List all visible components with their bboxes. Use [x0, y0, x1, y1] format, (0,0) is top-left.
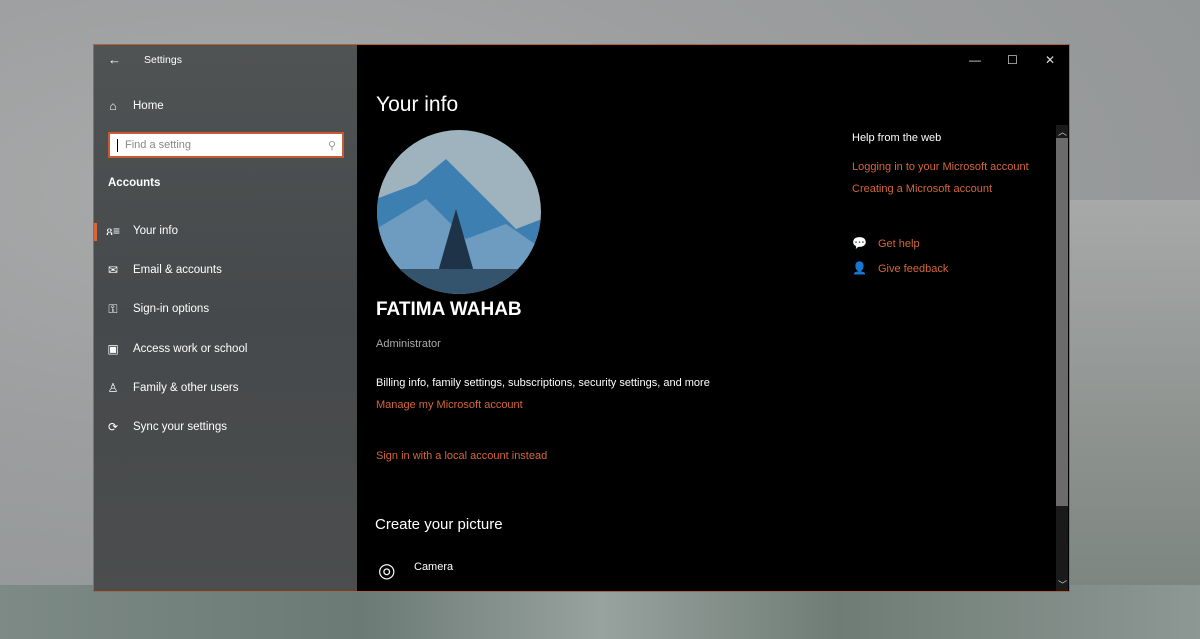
search-placeholder: Find a setting: [125, 139, 192, 151]
get-help-link[interactable]: Get help: [878, 238, 920, 250]
sidebar-item-work[interactable]: ▣ Access work or school: [94, 334, 357, 364]
item-label: Sync your settings: [133, 421, 227, 433]
search-input[interactable]: Find a setting ⚲: [108, 132, 344, 158]
sidebar: ← Settings ⌂ Home Find a setting ⚲ Account…: [94, 45, 357, 591]
item-label: Email & accounts: [133, 264, 222, 276]
scrollbar-thumb[interactable]: [1056, 138, 1068, 506]
desktop-background-plant: [0, 585, 1200, 639]
feedback-icon: 👤: [852, 261, 867, 275]
item-label: Family & other users: [133, 382, 239, 394]
billing-description: Billing info, family settings, subscript…: [376, 377, 710, 389]
person-add-icon: ♙: [107, 381, 119, 395]
item-label: Access work or school: [133, 343, 248, 355]
briefcase-icon: ▣: [107, 342, 119, 356]
mail-icon: ✉: [107, 263, 119, 277]
give-feedback-link[interactable]: Give feedback: [878, 263, 948, 275]
help-link-create[interactable]: Creating a Microsoft account: [852, 183, 992, 195]
minimize-button[interactable]: —: [969, 53, 981, 67]
settings-window: ← Settings ⌂ Home Find a setting ⚲ Account…: [93, 44, 1070, 592]
window-title: Settings: [144, 54, 182, 66]
maximize-button[interactable]: ☐: [1007, 53, 1018, 67]
page-title: Your info: [376, 93, 459, 116]
create-picture-heading: Create your picture: [375, 516, 503, 533]
item-label: Sign-in options: [133, 303, 210, 315]
key-icon: ⚿: [108, 301, 118, 316]
close-button[interactable]: ✕: [1045, 53, 1055, 67]
help-link-login[interactable]: Logging in to your Microsoft account: [852, 161, 1029, 173]
user-name: FATIMA WAHAB: [376, 299, 522, 320]
item-label: Your info: [133, 225, 178, 237]
person-list-icon: ጸ≡: [106, 223, 121, 238]
camera-icon[interactable]: ◎: [378, 558, 395, 583]
section-heading: Accounts: [108, 177, 161, 189]
sync-icon: ⟳: [107, 420, 119, 434]
search-icon: ⚲: [327, 139, 336, 152]
sidebar-item-sign-in[interactable]: ⚿ Sign-in options: [94, 294, 357, 324]
help-heading: Help from the web: [852, 132, 942, 144]
camera-option[interactable]: Camera: [414, 561, 453, 573]
scrollbar[interactable]: ︿ ﹀: [1056, 125, 1068, 591]
back-button[interactable]: ←: [108, 52, 121, 67]
user-role: Administrator: [376, 338, 441, 350]
scroll-up-icon[interactable]: ︿: [1058, 125, 1067, 138]
sidebar-item-your-info[interactable]: ጸ≡ Your info: [94, 216, 357, 246]
scroll-down-icon[interactable]: ﹀: [1058, 578, 1067, 591]
manage-account-link[interactable]: Manage my Microsoft account: [376, 399, 523, 411]
get-help-icon: 💬: [852, 236, 867, 250]
content-pane: — ☐ ✕ Your info FATIMA WAHAB Administrat…: [357, 45, 1069, 591]
sidebar-item-sync[interactable]: ⟳ Sync your settings: [94, 412, 357, 442]
avatar: [377, 130, 541, 294]
local-account-link[interactable]: Sign in with a local account instead: [376, 450, 547, 462]
sidebar-item-email[interactable]: ✉ Email & accounts: [94, 255, 357, 285]
home-icon: ⌂: [109, 99, 117, 113]
sidebar-home[interactable]: ⌂ Home: [94, 91, 357, 121]
sidebar-item-family[interactable]: ♙ Family & other users: [94, 373, 357, 403]
desktop-background: [1070, 200, 1200, 600]
home-label: Home: [133, 100, 164, 112]
